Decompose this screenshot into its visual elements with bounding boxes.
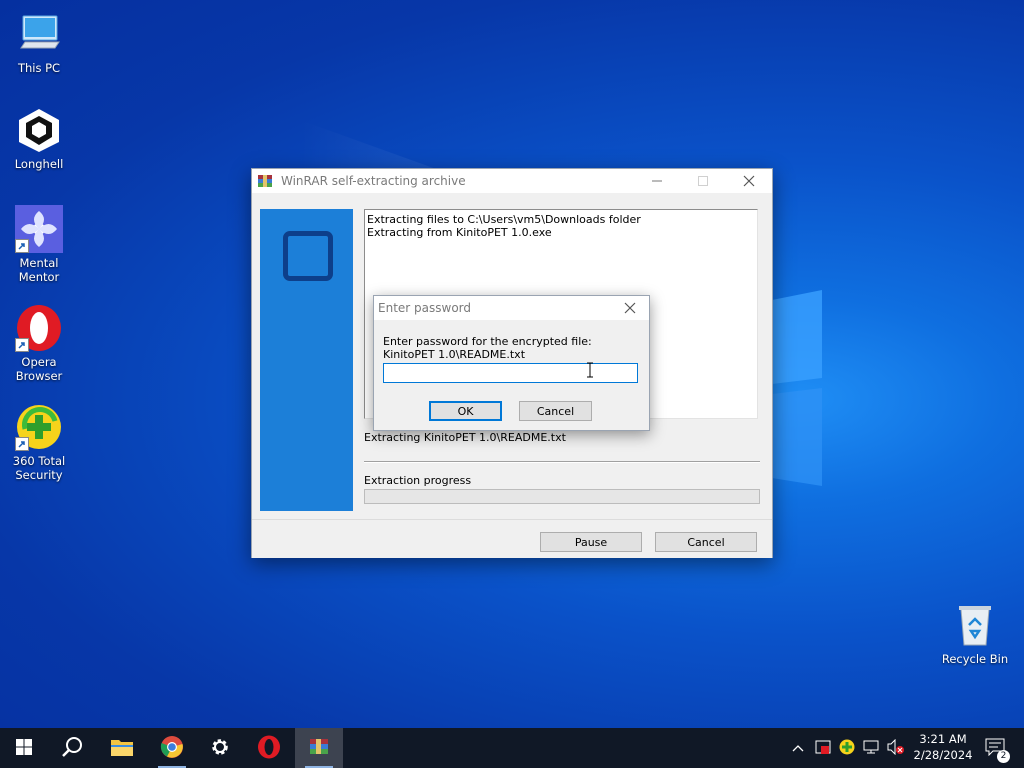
tray-volume[interactable] — [885, 728, 907, 768]
notifications-icon: 2 — [985, 738, 1010, 763]
desktop-icon-mental-mentor[interactable]: Mental Mentor — [1, 205, 77, 284]
network-icon — [863, 739, 879, 758]
divider — [364, 461, 760, 463]
title-bar[interactable]: WinRAR self-extracting archive — [252, 169, 772, 193]
log-line: Extracting files to C:\Users\vm5\Downloa… — [367, 213, 641, 226]
desktop-icon-this-pc[interactable]: This PC — [1, 10, 77, 75]
dialog-title: Enter password — [378, 301, 471, 315]
desktop-icon-label: 360 Total Security — [12, 454, 66, 482]
desktop-icon-label: Opera Browser — [15, 355, 63, 383]
tray-network[interactable] — [861, 728, 881, 768]
security-center-icon — [815, 739, 831, 758]
start-icon — [16, 738, 32, 758]
cancel-button[interactable]: Cancel — [655, 532, 757, 552]
taskbar-opera[interactable] — [245, 728, 293, 768]
settings-icon — [209, 736, 231, 761]
sfx-banner-image — [260, 209, 353, 511]
text-cursor-icon — [586, 362, 594, 381]
show-hidden-icons-button[interactable] — [789, 728, 807, 768]
clock-date: 2/28/2024 — [913, 748, 973, 762]
close-button[interactable] — [726, 169, 772, 193]
password-input[interactable] — [383, 363, 638, 383]
action-center-button[interactable]: 2 — [980, 728, 1010, 768]
shortcut-arrow-icon — [15, 437, 29, 451]
progress-label: Extraction progress — [364, 474, 472, 487]
clock-time: 3:21 AM — [919, 732, 967, 746]
recycle-bin-icon — [951, 601, 999, 649]
desktop-icon-label: Recycle Bin — [941, 652, 1009, 666]
enter-password-dialog: Enter password Enter password for the en… — [373, 295, 650, 431]
search-icon — [61, 736, 83, 761]
winrar-icon — [308, 736, 330, 761]
start-button[interactable] — [0, 728, 48, 768]
opera-icon — [257, 735, 281, 762]
desktop-icon-opera[interactable]: Opera Browser — [1, 304, 77, 383]
shortcut-arrow-icon — [15, 239, 29, 253]
winrar-logo-square-icon — [283, 231, 333, 281]
ok-button[interactable]: OK — [429, 401, 502, 421]
desktop-icon-label: Mental Mentor — [18, 256, 60, 284]
desktop-icon-label: Longhell — [14, 157, 64, 171]
taskbar-file-explorer[interactable] — [98, 728, 146, 768]
360-security-icon — [839, 739, 855, 758]
dialog-title-bar[interactable]: Enter password — [374, 296, 649, 320]
notification-count-badge: 2 — [997, 749, 1010, 763]
password-prompt: Enter password for the encrypted file: K… — [383, 335, 592, 361]
current-file-status: Extracting KinitoPET 1.0\README.txt — [364, 431, 566, 444]
desktop-icon-longhell[interactable]: Longhell — [1, 106, 77, 171]
desktop-icon-recycle-bin[interactable]: Recycle Bin — [937, 601, 1013, 666]
taskbar-chrome[interactable] — [148, 728, 196, 768]
chrome-icon — [160, 735, 184, 762]
taskbar-settings[interactable] — [196, 728, 244, 768]
window-title: WinRAR self-extracting archive — [281, 174, 466, 188]
tray-360-security[interactable] — [837, 728, 857, 768]
encrypted-file-name: KinitoPET 1.0\README.txt — [383, 348, 526, 361]
minimize-button[interactable] — [634, 169, 680, 193]
pause-button[interactable]: Pause — [540, 532, 642, 552]
prompt-text: Enter password for the encrypted file: — [383, 335, 592, 348]
opera-icon — [15, 304, 63, 352]
volume-muted-icon — [887, 738, 905, 758]
dialog-close-button[interactable] — [612, 296, 648, 320]
tray-security-app[interactable] — [813, 728, 833, 768]
computer-icon — [15, 10, 63, 58]
extraction-progress-bar — [364, 489, 760, 504]
search-button[interactable] — [48, 728, 96, 768]
mental-mentor-icon — [15, 205, 63, 253]
chevron-up-icon — [792, 741, 804, 755]
maximize-button[interactable] — [680, 169, 726, 193]
taskbar: 3:21 AM 2/28/2024 2 — [0, 728, 1024, 768]
unity-icon — [15, 106, 63, 154]
button-row: Pause Cancel — [252, 519, 772, 558]
360-security-icon — [15, 403, 63, 451]
taskbar-winrar[interactable] — [295, 728, 343, 768]
shortcut-arrow-icon — [15, 338, 29, 352]
dialog-cancel-button[interactable]: Cancel — [519, 401, 592, 421]
desktop-icon-360-total-security[interactable]: 360 Total Security — [1, 403, 77, 482]
desktop-icon-label: This PC — [17, 61, 61, 75]
log-line: Extracting from KinitoPET 1.0.exe — [367, 226, 552, 239]
winrar-icon — [257, 173, 273, 189]
file-explorer-icon — [110, 737, 134, 760]
taskbar-clock[interactable]: 3:21 AM 2/28/2024 — [908, 731, 978, 763]
